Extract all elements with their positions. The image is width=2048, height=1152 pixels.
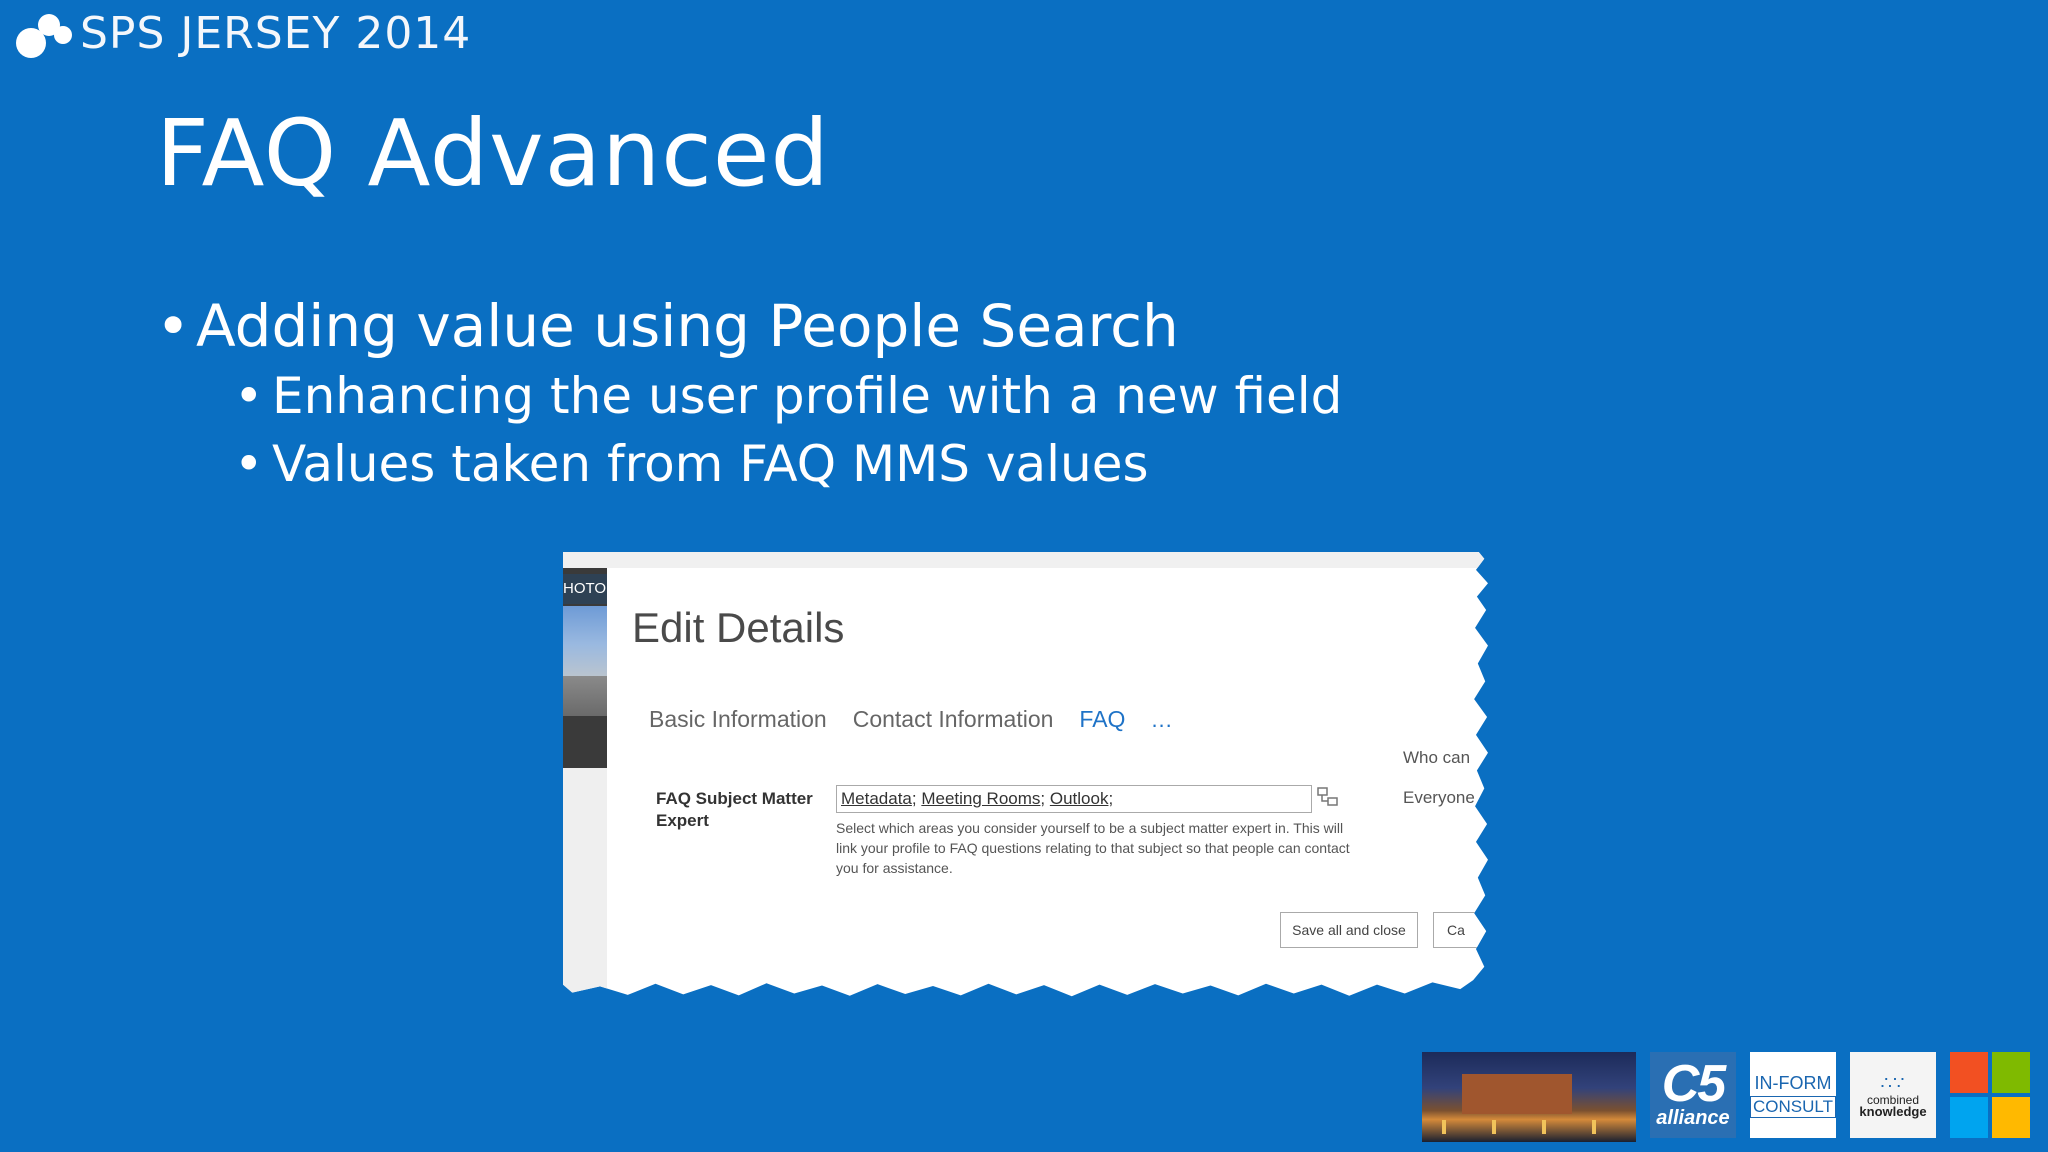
term-token: Outlook: [1049, 789, 1109, 808]
faq-expert-input[interactable]: Metadata; Meeting Rooms; Outlook;: [836, 785, 1312, 813]
page-title: Edit Details: [632, 604, 845, 651]
tab-contact-information[interactable]: Contact Information: [853, 706, 1054, 733]
combined-logo-subtext: knowledge: [1859, 1103, 1927, 1119]
screenshot-top-band: [563, 552, 1488, 568]
harbour-light: [1592, 1120, 1596, 1134]
tab-faq[interactable]: FAQ: [1079, 706, 1125, 733]
term-token: Meeting Rooms: [921, 789, 1041, 808]
tab-basic-information[interactable]: Basic Information: [649, 706, 827, 733]
field-help-text: Select which areas you consider yourself…: [836, 820, 1350, 876]
harbour-building: [1462, 1074, 1572, 1114]
microsoft-logo: [1950, 1052, 2030, 1138]
more-tabs-button[interactable]: ...: [1151, 707, 1172, 733]
inform-consult-logo: IN-FORM CONSULT: [1750, 1052, 1836, 1138]
photo-label: HOTO: [563, 574, 607, 604]
sponsor-logos: C5 alliance IN-FORM CONSULT ∴∵ combined …: [1422, 1052, 2030, 1142]
event-logo: SPS JERSEY 2014: [14, 6, 471, 60]
ms-red-square: [1950, 1052, 1988, 1093]
privacy-header: Who can: [1403, 748, 1471, 767]
harbour-light: [1492, 1120, 1496, 1134]
cancel-button[interactable]: Ca: [1433, 912, 1488, 948]
profile-photo-strip: HOTO: [563, 568, 607, 768]
harbour-light: [1542, 1120, 1546, 1134]
ms-yellow-square: [1992, 1097, 2030, 1138]
ms-green-square: [1992, 1052, 2030, 1093]
bullet-subitem: Values taken from FAQ MMS values: [156, 430, 1342, 498]
inform-logo-text: IN-FORM: [1754, 1072, 1832, 1093]
inform-logo-subtext: CONSULT: [1750, 1095, 1836, 1118]
save-all-and-close-button[interactable]: Save all and close: [1280, 912, 1418, 948]
faq-expert-field-label: FAQ Subject Matter Expert: [656, 789, 813, 830]
c5-alliance-logo: C5 alliance: [1650, 1052, 1736, 1138]
combined-dots-icon: ∴∵: [1880, 1072, 1906, 1093]
edit-details-screenshot: HOTO Edit Details Basic Information Cont…: [563, 552, 1488, 997]
bullet-list: Adding value using People Search Enhanci…: [156, 290, 1342, 498]
bullet-subitem: Enhancing the user profile with a new fi…: [156, 362, 1342, 430]
ms-blue-square: [1950, 1097, 1988, 1138]
combined-knowledge-logo: ∴∵ combined knowledge: [1850, 1052, 1936, 1138]
harbour-light: [1442, 1120, 1446, 1134]
profile-photo-lower: [563, 676, 607, 716]
bullet-item: Adding value using People Search: [156, 290, 1342, 362]
term-token: Metadata: [841, 789, 912, 808]
combined-logo-bold: knowledge: [1859, 1103, 1927, 1119]
c5-logo-text: C5: [1661, 1054, 1727, 1113]
privacy-value[interactable]: Everyone: [1403, 788, 1475, 808]
profile-photo: [563, 606, 607, 676]
slide-title: FAQ Advanced: [156, 100, 830, 207]
event-logo-icon: [14, 6, 78, 60]
profile-tabs: Basic Information Contact Information FA…: [649, 706, 1173, 733]
left-column: [563, 768, 607, 997]
event-name: SPS JERSEY 2014: [80, 7, 472, 59]
c5-logo-subtext: alliance: [1656, 1106, 1730, 1129]
browse-terms-icon[interactable]: [1316, 786, 1340, 808]
jersey-harbour-image: [1422, 1052, 1636, 1142]
